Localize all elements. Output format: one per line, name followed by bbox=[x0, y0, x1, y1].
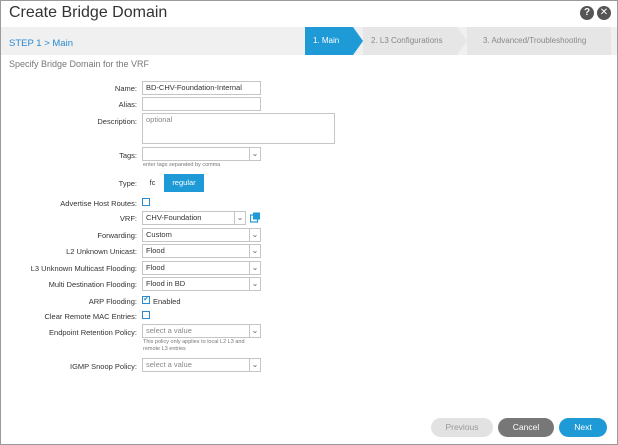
l3-unknown-multicast-select[interactable]: Flood ⌄ bbox=[142, 261, 261, 275]
dialog-title: Create Bridge Domain bbox=[9, 4, 168, 21]
alias-label: Alias: bbox=[118, 100, 137, 109]
wizard-step-l3-configurations[interactable]: 2. L3 Configurations bbox=[363, 27, 467, 55]
tags-hint: enter tags separated by comma bbox=[143, 162, 221, 168]
clear-remote-mac-label: Clear Remote MAC Entries: bbox=[44, 312, 137, 321]
vrf-select[interactable]: CHV-Foundation ⌄ bbox=[142, 211, 246, 225]
l2-unknown-unicast-select[interactable]: Flood ⌄ bbox=[142, 244, 261, 258]
chevron-down-icon[interactable]: ⌄ bbox=[249, 148, 260, 160]
multi-destination-flooding-select[interactable]: Flood in BD ⌄ bbox=[142, 277, 261, 291]
chevron-down-icon[interactable]: ⌄ bbox=[249, 359, 260, 371]
cancel-button[interactable]: Cancel bbox=[498, 418, 554, 437]
endpoint-retention-hint-2: remote L3 entries bbox=[143, 346, 186, 352]
open-vrf-icon[interactable] bbox=[250, 212, 261, 223]
clear-remote-mac-checkbox[interactable] bbox=[142, 311, 150, 319]
chevron-down-icon[interactable]: ⌄ bbox=[249, 229, 260, 241]
next-button[interactable]: Next bbox=[559, 418, 607, 437]
previous-button[interactable]: Previous bbox=[431, 418, 493, 437]
endpoint-retention-hint-1: This policy only applies to local L2 L3 … bbox=[143, 339, 245, 345]
page-subtitle: Specify Bridge Domain for the VRF bbox=[9, 59, 150, 69]
step-indicator: STEP 1 > Main bbox=[9, 38, 73, 49]
chevron-down-icon[interactable]: ⌄ bbox=[234, 212, 245, 224]
description-label: Description: bbox=[97, 117, 137, 126]
endpoint-retention-select[interactable]: select a value ⌄ bbox=[142, 324, 261, 338]
multi-destination-flooding-label: Multi Destination Flooding: bbox=[48, 280, 137, 289]
advertise-host-routes-label: Advertise Host Routes: bbox=[60, 199, 137, 208]
type-option-fc[interactable]: fc bbox=[142, 174, 163, 192]
igmp-snoop-label: IGMP Snoop Policy: bbox=[70, 362, 137, 371]
advertise-host-routes-checkbox[interactable] bbox=[142, 198, 150, 206]
wizard-steps: 1. Main 2. L3 Configurations 3. Advanced… bbox=[305, 27, 611, 55]
description-textarea[interactable]: optional bbox=[142, 113, 335, 144]
chevron-down-icon[interactable]: ⌄ bbox=[249, 325, 260, 337]
l2-unknown-unicast-label: L2 Unknown Unicast: bbox=[66, 247, 137, 256]
endpoint-retention-label: Endpoint Retention Policy: bbox=[49, 328, 137, 337]
wizard-step-main[interactable]: 1. Main bbox=[305, 27, 363, 55]
title-bar: Create Bridge Domain ? ✕ bbox=[1, 1, 617, 27]
igmp-snoop-select[interactable]: select a value ⌄ bbox=[142, 358, 261, 372]
alias-input[interactable] bbox=[142, 97, 261, 111]
arp-flooding-text: Enabled bbox=[153, 297, 181, 306]
name-input[interactable]: BD-CHV-Foundation-Internal bbox=[142, 81, 261, 95]
arp-flooding-label: ARP Flooding: bbox=[88, 297, 137, 306]
type-option-regular[interactable]: regular bbox=[164, 174, 204, 192]
forwarding-label: Forwarding: bbox=[97, 231, 137, 240]
help-icon[interactable]: ? bbox=[580, 6, 594, 20]
tags-label: Tags: bbox=[119, 151, 137, 160]
l3-unknown-multicast-label: L3 Unknown Multicast Flooding: bbox=[30, 264, 137, 273]
tags-input[interactable]: ⌄ bbox=[142, 147, 261, 161]
chevron-down-icon[interactable]: ⌄ bbox=[249, 278, 260, 290]
wizard-step-advanced[interactable]: 3. Advanced/Troubleshooting bbox=[467, 27, 611, 55]
vrf-label: VRF: bbox=[119, 214, 137, 223]
arp-flooding-checkbox[interactable] bbox=[142, 294, 150, 304]
type-label: Type: bbox=[118, 179, 137, 188]
close-icon[interactable]: ✕ bbox=[597, 6, 611, 20]
chevron-down-icon[interactable]: ⌄ bbox=[249, 262, 260, 274]
chevron-down-icon[interactable]: ⌄ bbox=[249, 245, 260, 257]
forwarding-select[interactable]: Custom ⌄ bbox=[142, 228, 261, 242]
name-label: Name: bbox=[114, 84, 137, 93]
